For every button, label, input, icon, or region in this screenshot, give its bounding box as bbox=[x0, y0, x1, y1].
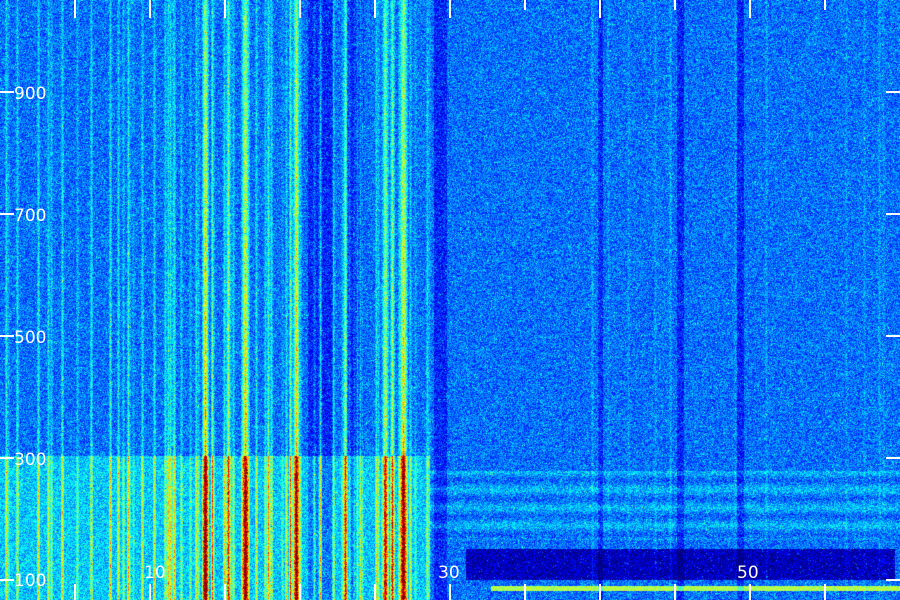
y-tick-label: 500 bbox=[14, 328, 46, 348]
y-tick-label: 100 bbox=[14, 571, 46, 591]
x-tick-label: 50 bbox=[737, 563, 759, 583]
spectrogram-view: 900 700 500 300 100 10 30 50 bbox=[0, 0, 900, 600]
bottom-ticks bbox=[74, 584, 826, 600]
left-ticks bbox=[0, 91, 14, 581]
x-tick-label: 30 bbox=[438, 563, 460, 583]
x-tick-label: 10 bbox=[144, 563, 166, 583]
axis-overlay: 900 700 500 300 100 10 30 50 bbox=[0, 0, 900, 600]
y-tick-label: 900 bbox=[14, 84, 46, 104]
y-tick-label: 300 bbox=[14, 450, 46, 470]
top-ticks bbox=[74, 0, 826, 18]
right-ticks bbox=[886, 91, 900, 581]
y-tick-label: 700 bbox=[14, 206, 46, 226]
